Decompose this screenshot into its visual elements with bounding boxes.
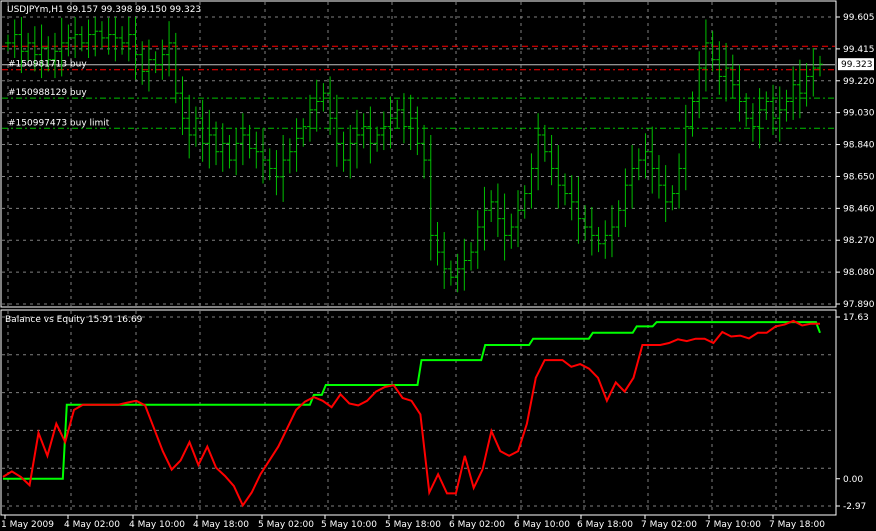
time-tick-label: 6 May 18:00 bbox=[577, 520, 633, 530]
time-tick-label: 7 May 10:00 bbox=[705, 520, 761, 530]
price-tick-label: 98.650 bbox=[843, 172, 875, 182]
time-tick-label: 4 May 18:00 bbox=[193, 520, 249, 530]
time-tick-label: 6 May 02:00 bbox=[449, 520, 505, 530]
time-tick-label: 1 May 2009 bbox=[1, 520, 54, 530]
price-tick-label: 98.080 bbox=[843, 268, 875, 278]
price-tick-label: 98.840 bbox=[843, 141, 875, 151]
order-label: #150988129 buy bbox=[8, 88, 87, 98]
time-tick-label: 7 May 18:00 bbox=[769, 520, 825, 530]
current-price-label: 99.323 bbox=[841, 60, 873, 70]
chart-window[interactable]: #150981713 buy #150988129 buy #150997473 b… bbox=[0, 0, 876, 531]
indicator-tick-label: 0.00 bbox=[843, 475, 863, 485]
indicator-title: Balance vs Equity 15.91 16.69 bbox=[5, 315, 143, 325]
indicator-pane[interactable]: Balance vs Equity 15.91 16.69 17.63 0.00 -… bbox=[0, 309, 869, 516]
time-axis: 1 May 2009 4 May 02:00 4 May 10:00 4 May 18… bbox=[1, 515, 825, 530]
price-tick-label: 98.270 bbox=[843, 236, 875, 246]
price-tick-label: 99.030 bbox=[843, 109, 875, 119]
price-tick-label: 97.890 bbox=[843, 300, 875, 310]
order-label: #150997473 buy limit bbox=[8, 118, 110, 128]
price-tick-label: 99.415 bbox=[843, 45, 875, 55]
price-tick-label: 99.605 bbox=[843, 13, 875, 23]
time-tick-label: 5 May 10:00 bbox=[321, 520, 377, 530]
time-tick-label: 5 May 18:00 bbox=[385, 520, 441, 530]
indicator-axis: 17.63 0.00 -2.97 bbox=[836, 313, 869, 512]
price-tick-label: 99.220 bbox=[843, 77, 875, 87]
time-tick-label: 4 May 10:00 bbox=[129, 520, 185, 530]
indicator-tick-label: -2.97 bbox=[843, 502, 866, 512]
time-tick-label: 4 May 02:00 bbox=[64, 520, 120, 530]
symbol-title: USDJPYm,H1 99.157 99.398 99.150 99.323 bbox=[7, 5, 201, 15]
time-tick-label: 6 May 10:00 bbox=[514, 520, 570, 530]
current-price-tag: 99.323 bbox=[838, 58, 874, 71]
indicator-tick-label: 17.63 bbox=[843, 313, 869, 323]
order-label: #150981713 buy bbox=[8, 60, 87, 70]
time-tick-label: 5 May 02:00 bbox=[258, 520, 314, 530]
price-pane[interactable]: #150981713 buy #150988129 buy #150997473 b… bbox=[0, 0, 875, 310]
price-pane-frame bbox=[0, 0, 837, 308]
price-tick-label: 98.460 bbox=[843, 204, 875, 214]
time-tick-label: 7 May 02:00 bbox=[641, 520, 697, 530]
price-axis: 99.605 99.415 99.220 99.030 98.840 98.650 98.4… bbox=[836, 13, 875, 310]
